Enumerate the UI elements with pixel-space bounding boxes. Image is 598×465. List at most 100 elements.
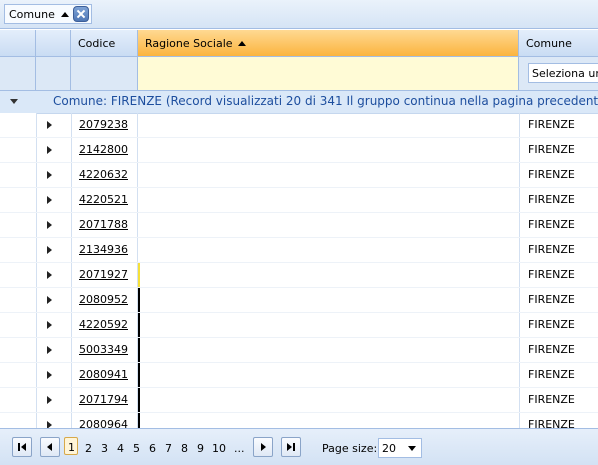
page-number[interactable]: 2 xyxy=(85,442,92,455)
page-number[interactable]: 5 xyxy=(133,442,140,455)
group-row[interactable]: Comune: FIRENZE (Record visualizzati 20 … xyxy=(0,91,598,114)
expand-arrow-icon[interactable] xyxy=(47,271,52,279)
expand-arrow-icon[interactable] xyxy=(47,246,52,254)
data-rows: 2079238 FIRENZE 2142800 FIRENZE 4220632 … xyxy=(0,113,598,438)
row-indent xyxy=(0,138,37,162)
table-row[interactable]: 2071794 FIRENZE xyxy=(0,388,598,413)
expand-arrow-icon[interactable] xyxy=(47,396,52,404)
codice-link[interactable]: 2071788 xyxy=(79,218,128,231)
row-indent xyxy=(0,363,37,387)
header-ragione-sociale[interactable]: Ragione Sociale xyxy=(138,30,519,56)
row-indent xyxy=(0,288,37,312)
page-size-label: Page size: xyxy=(322,442,378,455)
codice-cell: 2079238 xyxy=(71,113,138,137)
first-page-icon xyxy=(21,443,26,451)
codice-link[interactable]: 4220592 xyxy=(79,318,128,331)
header-comune[interactable]: Comune xyxy=(519,30,598,56)
last-page-bar xyxy=(293,443,295,451)
codice-link[interactable]: 2071927 xyxy=(79,268,128,281)
codice-link[interactable]: 4220521 xyxy=(79,193,128,206)
filter-cell-expand xyxy=(36,57,71,90)
codice-link[interactable]: 2134936 xyxy=(79,243,128,256)
comune-cell: FIRENZE xyxy=(519,138,598,162)
page-ellipsis[interactable]: ... xyxy=(234,442,245,455)
row-indent xyxy=(0,313,37,337)
codice-link[interactable]: 5003349 xyxy=(79,343,128,356)
table-row[interactable]: 2142800 FIRENZE xyxy=(0,138,598,163)
prev-page-button[interactable] xyxy=(40,437,60,457)
header-ragione-sociale-label: Ragione Sociale xyxy=(145,36,233,50)
row-indent xyxy=(0,213,37,237)
table-row[interactable]: 2134936 FIRENZE xyxy=(0,238,598,263)
page-number[interactable]: 4 xyxy=(117,442,124,455)
group-chip-comune[interactable]: Comune xyxy=(4,4,92,24)
sort-asc-icon xyxy=(237,40,246,46)
codice-link[interactable]: 2080952 xyxy=(79,293,128,306)
table-row[interactable]: 5003349 FIRENZE xyxy=(0,338,598,363)
ragione-sociale-cell xyxy=(138,263,519,287)
sort-asc-icon xyxy=(60,11,69,17)
ragione-sociale-cell xyxy=(138,313,519,337)
codice-link[interactable]: 2142800 xyxy=(79,143,128,156)
page-number[interactable]: 10 xyxy=(212,442,226,455)
codice-link[interactable]: 2080941 xyxy=(79,368,128,381)
table-row[interactable]: 2071788 FIRENZE xyxy=(0,213,598,238)
expand-arrow-icon[interactable] xyxy=(47,171,52,179)
ragione-sociale-cell xyxy=(138,113,519,137)
expand-arrow-icon[interactable] xyxy=(47,371,52,379)
next-page-button[interactable] xyxy=(253,437,273,457)
table-row[interactable]: 2080952 FIRENZE xyxy=(0,288,598,313)
codice-link[interactable]: 2071794 xyxy=(79,393,128,406)
group-chip-label: Comune xyxy=(9,7,55,21)
collapse-arrow-icon[interactable] xyxy=(10,99,18,104)
page-number[interactable]: 7 xyxy=(165,442,172,455)
ragione-sociale-cell xyxy=(138,363,519,387)
last-page-button[interactable] xyxy=(281,437,301,457)
first-page-button[interactable] xyxy=(12,437,32,457)
table-row[interactable]: 4220632 FIRENZE xyxy=(0,163,598,188)
comune-cell: FIRENZE xyxy=(519,188,598,212)
ragione-sociale-cell xyxy=(138,213,519,237)
page-number[interactable]: 8 xyxy=(181,442,188,455)
expand-arrow-icon[interactable] xyxy=(47,346,52,354)
pager: 1 2 3 4 5 6 7 8 9 10 ... Page size: 20 xyxy=(0,428,598,465)
ragione-sociale-cell xyxy=(138,238,519,262)
codice-link[interactable]: 2079238 xyxy=(79,118,128,131)
page-size-select[interactable]: 20 xyxy=(378,438,422,458)
comune-cell: FIRENZE xyxy=(519,338,598,362)
comune-filter-select[interactable]: Seleziona un xyxy=(528,63,598,83)
table-row[interactable]: 2071927 FIRENZE xyxy=(0,263,598,288)
codice-cell: 2080941 xyxy=(71,363,138,387)
codice-cell: 2071794 xyxy=(71,388,138,412)
codice-cell: 4220592 xyxy=(71,313,138,337)
expand-arrow-icon[interactable] xyxy=(47,321,52,329)
close-icon[interactable] xyxy=(72,6,89,22)
comune-cell: FIRENZE xyxy=(519,263,598,287)
page-number[interactable]: 9 xyxy=(197,442,204,455)
codice-link[interactable]: 4220632 xyxy=(79,168,128,181)
expand-arrow-icon[interactable] xyxy=(47,196,52,204)
page-number[interactable]: 3 xyxy=(101,442,108,455)
expand-arrow-icon[interactable] xyxy=(47,221,52,229)
grid-header: Codice Ragione Sociale Comune xyxy=(0,30,598,57)
page-number-current[interactable]: 1 xyxy=(64,437,78,455)
last-page-icon xyxy=(287,443,292,451)
expand-arrow-icon[interactable] xyxy=(47,146,52,154)
table-row[interactable]: 2079238 FIRENZE xyxy=(0,113,598,138)
expand-arrow-icon[interactable] xyxy=(47,121,52,129)
filter-cell-ragione-sociale[interactable] xyxy=(138,57,519,90)
table-row[interactable]: 2080941 FIRENZE xyxy=(0,363,598,388)
row-indent xyxy=(0,238,37,262)
ragione-sociale-cell xyxy=(138,288,519,312)
table-row[interactable]: 4220521 FIRENZE xyxy=(0,188,598,213)
expand-arrow-icon[interactable] xyxy=(47,296,52,304)
codice-cell: 2134936 xyxy=(71,238,138,262)
codice-cell: 4220632 xyxy=(71,163,138,187)
comune-cell: FIRENZE xyxy=(519,288,598,312)
page-number[interactable]: 6 xyxy=(149,442,156,455)
header-codice[interactable]: Codice xyxy=(71,30,138,56)
group-panel: Comune xyxy=(0,0,598,29)
codice-cell: 4220521 xyxy=(71,188,138,212)
table-row[interactable]: 4220592 FIRENZE xyxy=(0,313,598,338)
codice-cell: 2142800 xyxy=(71,138,138,162)
